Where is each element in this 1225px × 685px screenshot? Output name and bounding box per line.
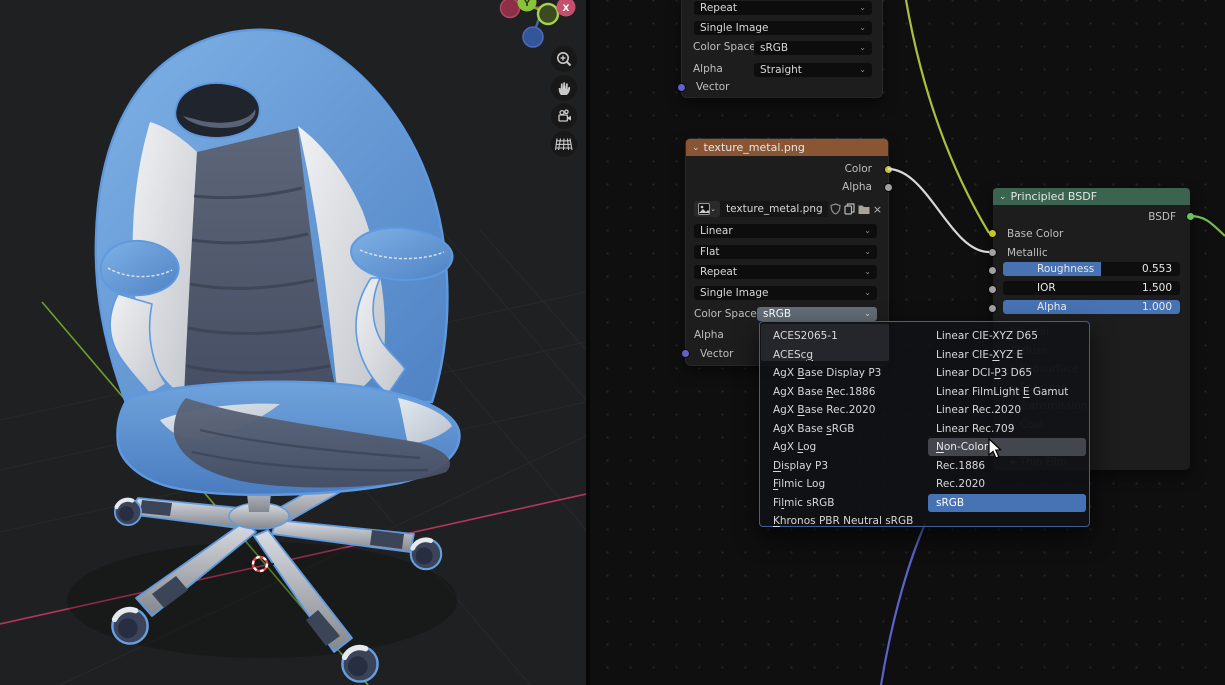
menu-item-agx-base-display-p3[interactable]: AgX Base Display P3 [765,364,923,382]
roughness-slider[interactable]: Roughness 0.553 [1003,262,1180,276]
shader-node-editor[interactable]: Repeat⌄Single Image⌄ Color Space sRGB⌄ A… [590,0,1225,685]
metallic-input-label: Metallic [1007,247,1048,260]
zoom-icon [555,50,573,68]
zoom-tool-button[interactable] [551,46,577,72]
ior-slider[interactable]: IOR 1.500 [1003,281,1180,295]
dropdown-flat[interactable]: Flat⌄ [694,245,877,259]
dropdown-single-image[interactable]: Single Image⌄ [694,286,877,300]
color-space-dropdown-open[interactable]: sRGB⌄ [757,307,877,321]
dropdown-repeat[interactable]: Repeat⌄ [694,1,872,15]
color-space-label: Color Space [694,308,757,321]
viewport-3d[interactable]: Y X [0,0,586,685]
gizmo-y-label: Y [523,0,531,9]
menu-item-agx-base-srgb[interactable]: AgX Base sRGB [765,420,923,438]
image-browse-button[interactable]: ⌄ [694,201,720,217]
wire-vector-input [881,524,925,685]
menu-item-filmic-srgb[interactable]: Filmic sRGB [765,494,923,512]
base-color-input-label: Base Color [1007,228,1063,241]
folder-open-icon[interactable] [856,201,871,217]
menu-item-srgb[interactable]: sRGB [928,494,1086,512]
menu-item-khronos-pbr-neutral-srgb[interactable]: Khronos PBR Neutral sRGB [765,512,923,530]
menu-item-rec-2020[interactable]: Rec.2020 [928,475,1086,493]
metallic-input-socket[interactable] [988,248,997,257]
vector-input-socket[interactable] [677,83,686,92]
menu-item-agx-base-rec-2020[interactable]: AgX Base Rec.2020 [765,401,923,419]
viewport-scene: Y X [0,0,586,685]
roughness-input-socket[interactable] [988,266,997,275]
menu-item-filmic-log[interactable]: Filmic Log [765,475,923,493]
menu-item-agx-log[interactable]: AgX Log [765,438,923,456]
ior-input-socket[interactable] [988,285,997,294]
menu-item-linear-cie-xyz-d65[interactable]: Linear CIE-XYZ D65 [928,327,1086,345]
alpha-mode-dropdown[interactable]: Straight⌄ [754,63,872,77]
node-title: Principled BSDF [1011,190,1098,203]
pan-tool-button[interactable] [551,75,577,101]
color-space-menu: ACES2065-1ACEScgAgX Base Display P3AgX B… [759,321,1090,527]
alpha-output-label: Alpha [842,181,872,194]
vector-input-label: Vector [700,348,733,361]
duplicate-icon[interactable] [842,201,856,217]
shield-fake-user-icon[interactable] [828,201,842,217]
color-output-label: Color [845,163,872,176]
wire-color-to-basecolor [906,0,989,233]
image-name-field[interactable]: texture_metal.png [720,201,828,217]
dropdown-single-image[interactable]: Single Image⌄ [694,21,872,35]
alpha-output-socket[interactable] [884,183,893,192]
alpha-slider-label: Alpha [1037,300,1067,314]
ior-slider-label: IOR [1037,281,1056,295]
menu-item-linear-dci-p3-d65[interactable]: Linear DCI-P3 D65 [928,364,1086,382]
alpha-input-socket[interactable] [988,304,997,313]
grid-icon [555,135,573,153]
menu-item-acescg[interactable]: ACEScg [765,346,923,364]
camera-view-button[interactable] [551,103,577,129]
color-space-label: Color Space [693,41,756,54]
unlink-x-icon[interactable]: × [871,201,884,217]
menu-item-aces2065-1[interactable]: ACES2065-1 [765,327,923,345]
gizmo-x-label: X [563,4,570,14]
color-space-dropdown[interactable]: sRGB⌄ [754,41,872,55]
menu-item-display-p3[interactable]: Display P3 [765,457,923,475]
menu-item-linear-cie-xyz-e[interactable]: Linear CIE-XYZ E [928,346,1086,364]
node-image-texture-top[interactable]: Repeat⌄ Single Image⌄ Color Space sRGB⌄ A… [682,0,882,97]
vector-input-label: Vector [696,81,729,94]
roughness-slider-value: 0.553 [1142,262,1172,276]
base-color-input-socket[interactable] [988,229,997,238]
alpha-label: Alpha [694,329,724,342]
alpha-label: Alpha [693,63,723,76]
menu-item-agx-base-rec-1886[interactable]: AgX Base Rec.1886 [765,383,923,401]
dropdown-repeat[interactable]: Repeat⌄ [694,265,877,279]
mouse-cursor [988,438,1004,460]
camera-icon [555,107,573,125]
nav-gizmo[interactable]: Y X [501,0,576,47]
roughness-slider-label: Roughness [1037,262,1094,276]
blender-window: Y X [0,0,1225,685]
menu-item-linear-rec-709[interactable]: Linear Rec.709 [928,420,1086,438]
alpha-slider-value: 1.000 [1142,300,1172,314]
caster-wheel [115,499,141,525]
node-title: texture_metal.png [704,141,805,154]
image-icon [698,203,710,215]
collapse-chevron-icon[interactable]: ⌄ [692,143,700,153]
collapse-chevron-icon[interactable]: ⌄ [999,192,1007,202]
ior-slider-value: 1.500 [1142,281,1172,295]
vector-input-socket[interactable] [681,349,690,358]
gizmo-axis-y-neg[interactable] [538,4,558,24]
menu-item-linear-rec-2020[interactable]: Linear Rec.2020 [928,401,1086,419]
hand-icon [555,79,573,97]
color-output-socket[interactable] [884,165,893,174]
menu-item-non-color[interactable]: Non-Color [928,438,1086,456]
wire-color-to-metallic [888,169,989,252]
gizmo-axis-z-neg[interactable] [523,27,543,47]
wire-bsdf-output [1190,216,1225,236]
bsdf-output-label: BSDF [1148,211,1176,224]
gizmo-axis-x-neg[interactable] [501,0,520,18]
toggle-grid-button[interactable] [551,131,577,157]
menu-item-rec-1886[interactable]: Rec.1886 [928,457,1086,475]
bsdf-output-socket[interactable] [1186,212,1195,221]
dropdown-linear[interactable]: Linear⌄ [694,224,877,238]
alpha-slider[interactable]: Alpha 1.000 [1003,300,1180,314]
menu-item-linear-filmlight-e-gamut[interactable]: Linear FilmLight E Gamut [928,383,1086,401]
